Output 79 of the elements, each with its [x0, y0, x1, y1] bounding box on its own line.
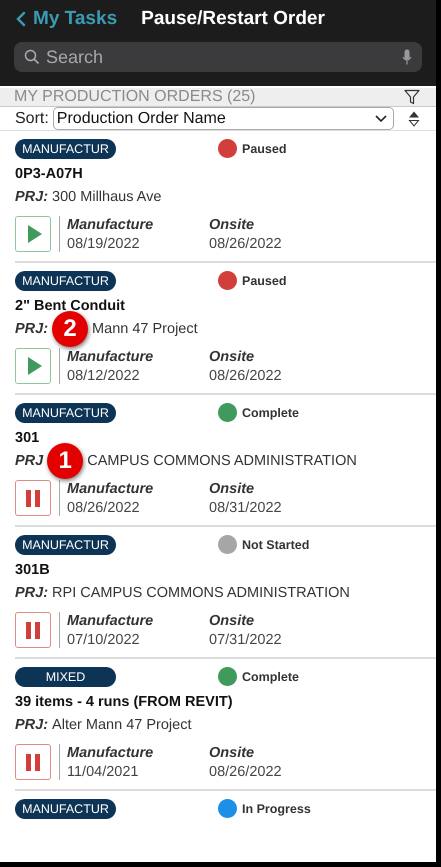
status-label: Not Started	[242, 538, 310, 552]
status-label: Paused	[242, 274, 286, 288]
order-card[interactable]: MANUFACTUR Paused 0P3-A07H PRJ: 300 Millhaus Ave Manufacture 08/19/2022 Onsite 08/26/2022	[15, 131, 436, 263]
project-name: CAMPUS COMMONS ADMINISTRATION	[87, 453, 357, 469]
screen-title: Pause/Restart Order	[141, 8, 325, 30]
date-value: 08/26/2022	[209, 763, 283, 782]
status-label: In Progress	[242, 802, 311, 816]
type-tag: MANUFACTUR	[15, 534, 116, 554]
order-title: 0P3-A07H	[15, 165, 84, 184]
status-label: Complete	[242, 406, 299, 420]
project-label: PRJ:	[15, 585, 48, 601]
date-value: 07/10/2022	[67, 631, 141, 650]
date-label: Onsite	[209, 480, 256, 498]
pause-button[interactable]	[15, 612, 51, 648]
filter-icon	[404, 89, 420, 105]
filter-button[interactable]	[404, 89, 420, 105]
type-tag: MANUFACTUR	[15, 798, 116, 818]
order-card[interactable]: MANUFACTUR Complete 301 PRJ 1 CAMPUS COMMONS ADMINISTRATION Manufacture 08/26/2022 Onsite 08/31/2022	[15, 395, 436, 527]
sort-label: Sort:	[15, 110, 49, 128]
order-card[interactable]: MANUFACTUR In Progress	[15, 791, 436, 862]
project-label: PRJ:	[15, 717, 48, 733]
search-icon	[24, 49, 40, 65]
date-label: Manufacture	[67, 744, 154, 762]
pause-icon	[26, 622, 40, 638]
date-value: 08/31/2022	[209, 499, 283, 518]
search-field[interactable]: Search	[14, 42, 422, 72]
date-label: Onsite	[209, 348, 256, 366]
search-input[interactable]: Search	[46, 46, 396, 68]
status-label: Paused	[242, 142, 286, 156]
step-callout: 2	[52, 311, 88, 347]
date-value: 08/12/2022	[67, 367, 141, 386]
play-icon	[28, 225, 42, 243]
type-tag: MANUFACTUR	[15, 138, 116, 158]
date-value: 11/04/2021	[67, 763, 140, 782]
date-label: Manufacture	[67, 216, 154, 234]
order-title: 301	[15, 429, 40, 448]
date-value: 08/26/2022	[67, 499, 141, 518]
date-label: Onsite	[209, 612, 256, 630]
back-button[interactable]: My Tasks	[14, 8, 118, 30]
date-label: Onsite	[209, 216, 256, 234]
project-label: PRJ:	[15, 189, 48, 205]
project-name: Alter Mann 47 Project	[52, 717, 192, 733]
project-name: RPI CAMPUS COMMONS ADMINISTRATION	[52, 585, 350, 601]
type-tag: MANUFACTUR	[15, 402, 116, 422]
date-label: Manufacture	[67, 612, 154, 630]
sort-dropdown[interactable]: Production Order Name	[52, 107, 394, 130]
date-label: Manufacture	[67, 348, 154, 366]
pause-button[interactable]	[15, 744, 51, 780]
pause-icon	[26, 754, 40, 770]
pause-button[interactable]	[15, 480, 51, 516]
play-button[interactable]	[15, 348, 51, 384]
project-label: PRJ:	[15, 321, 48, 337]
microphone-icon	[402, 49, 412, 65]
date-label: Manufacture	[67, 480, 154, 498]
section-title: MY PRODUCTION ORDERS (25)	[14, 88, 256, 106]
project-name: 300 Millhaus Ave	[52, 189, 162, 205]
chevron-left-icon	[16, 11, 26, 27]
order-title: 39 items - 4 runs (FROM REVIT)	[15, 693, 234, 712]
type-tag: MANUFACTUR	[15, 270, 116, 290]
project-label: PRJ	[15, 453, 44, 469]
order-title: 301B	[15, 561, 51, 580]
date-value: 08/26/2022	[209, 235, 283, 254]
chevron-down-icon	[375, 114, 387, 122]
sort-order-button[interactable]	[408, 110, 420, 128]
step-callout: 1	[47, 443, 84, 479]
type-tag: MIXED	[15, 666, 116, 686]
play-icon	[28, 357, 42, 375]
date-value: 08/26/2022	[209, 367, 283, 386]
date-value: 08/19/2022	[67, 235, 141, 254]
order-card[interactable]: MANUFACTUR Paused 2" Bent Conduit PRJ: 2 Mann 47 Project Manufacture 08/12/2022 Onsite 08/26/2022	[15, 263, 436, 395]
date-label: Onsite	[209, 744, 256, 762]
pause-icon	[26, 490, 40, 506]
order-card[interactable]: MIXED Complete 39 items - 4 runs (FROM REVIT) PRJ: Alter Mann 47 Project Manufacture 11/04/2021 Onsite 08/26/2022	[15, 659, 436, 791]
play-button[interactable]	[15, 216, 51, 252]
status-label: Complete	[242, 670, 299, 684]
order-card[interactable]: MANUFACTUR Not Started 301B PRJ: RPI CAMPUS COMMONS ADMINISTRATION Manufacture 07/10/2022 Onsite 07/31/2022	[15, 527, 436, 659]
date-value: 07/31/2022	[209, 631, 283, 650]
sort-arrows-icon	[408, 110, 420, 128]
project-name: Mann 47 Project	[92, 321, 198, 337]
